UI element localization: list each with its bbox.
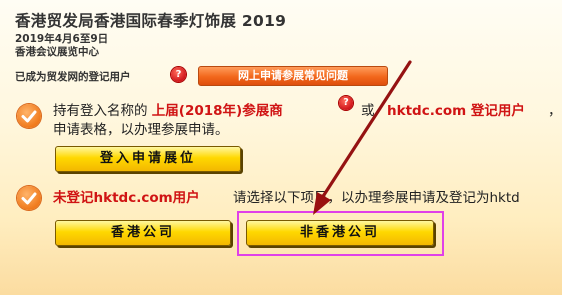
annotation-arrow xyxy=(313,60,412,215)
